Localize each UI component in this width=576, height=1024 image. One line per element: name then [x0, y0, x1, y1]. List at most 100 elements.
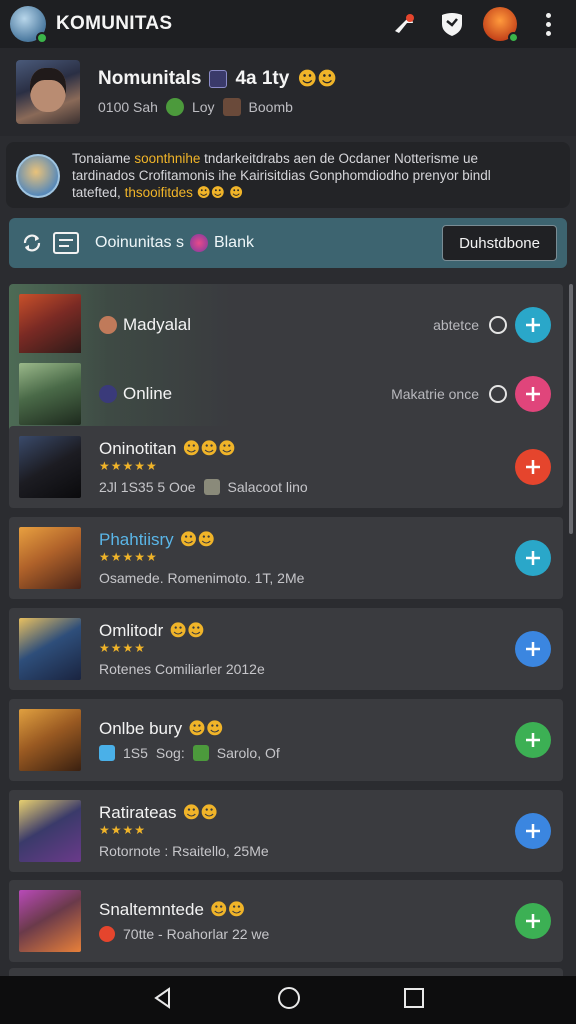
community-list: Madyalal abtetce Online Makatrie once On… [0, 280, 576, 976]
filter-label-text: Ooinunitas s [95, 234, 184, 251]
add-button[interactable] [515, 903, 551, 939]
notice-line1-b: tndarkeitdrabs aen de Ocdaner Notterisme… [204, 151, 479, 166]
community-thumbnail [19, 890, 81, 952]
add-button[interactable] [515, 307, 551, 343]
row-meta: Rotornote : Rsaitello, 25Me [99, 843, 269, 859]
rating-stars: ★★★★ [99, 823, 147, 837]
notice-text: Tonaiame soonthnihe tndarkeitdrabs aen d… [72, 150, 491, 202]
user-avatar [483, 7, 519, 43]
row-title: Onlbe bury [99, 719, 183, 738]
back-icon[interactable] [151, 986, 175, 1015]
community-thumbnail [19, 618, 81, 680]
notice-line3-a: tatefted, [72, 185, 121, 200]
rating-stars: ★★★★★ [99, 459, 158, 473]
list-icon[interactable] [53, 230, 79, 256]
row-status: Makatrie once [391, 386, 479, 402]
status-ring-icon [489, 316, 507, 334]
list-item[interactable]: Oninotitan ☻☻☻ ★★★★★ 2Jl 1S35 5 Ooe Salaco… [9, 426, 563, 508]
smile-emoji-icon: ☻☻ ☻ [196, 185, 244, 201]
notice-line1-highlight[interactable]: soonthnihe [134, 151, 200, 166]
profile-meta-left: 0100 Sah [98, 99, 158, 115]
list-item[interactable] [9, 968, 563, 976]
notice-line1-a: Tonaiame [72, 151, 131, 166]
status-ring-icon [489, 385, 507, 403]
recents-icon[interactable] [403, 987, 425, 1014]
leaf-icon [192, 745, 209, 761]
community-thumbnail [19, 527, 81, 589]
list-item[interactable]: Phahtiisry ☻☻ ★★★★★ Osamede. Romenimoto. … [9, 517, 563, 599]
row-meta-secondary: Salacoot lino [227, 479, 308, 495]
refresh-icon[interactable] [19, 230, 45, 256]
row-title: Ratirateas [99, 803, 177, 822]
profile-name: Nomunitals [98, 68, 202, 89]
list-item[interactable]: Online Makatrie once [9, 353, 563, 435]
row-meta-secondary: Sog: [155, 745, 185, 761]
row-meta-tertiary: Sarolo, Of [216, 745, 280, 761]
notice-card: Tonaiame soonthnihe tndarkeitdrabs aen d… [6, 142, 570, 208]
filter-bar: Ooinunitas s Blank Duhstdbone [9, 218, 567, 268]
add-button[interactable] [515, 631, 551, 667]
user-avatar-button[interactable] [482, 6, 519, 43]
rating-stars: ★★★★ [99, 641, 147, 655]
rating-stars: ★★★★★ [99, 550, 158, 564]
notice-line3-highlight[interactable]: thsooifitdes [125, 185, 193, 200]
badge-icon [99, 745, 115, 761]
gem-icon [99, 926, 115, 942]
status-dot-icon [99, 385, 117, 403]
notice-line2: tardinados Crofitamonis ihe Kairisitdias… [72, 168, 491, 183]
row-meta: 1S5 [123, 745, 148, 761]
person-icon [222, 98, 241, 116]
profile-name-line: Nomunitals 4a 1ty ☻☻ [98, 68, 337, 90]
smile-emoji-icon: ☻☻ [188, 719, 224, 739]
row-title: Snaltemntede [99, 900, 204, 919]
app-bar: KOMUNITAS [0, 0, 576, 48]
list-item[interactable]: Ratirateas ☻☻ ★★★★ Rotornote : Rsaitello,… [9, 790, 563, 872]
community-thumbnail [19, 709, 81, 771]
profile-badge-icon [209, 70, 228, 88]
home-icon[interactable] [276, 985, 302, 1016]
row-meta: 70tte - Roahorlar 22 we [123, 926, 270, 942]
filter-label: Ooinunitas s Blank [95, 234, 254, 252]
filter-action-button[interactable]: Duhstdbone [442, 225, 557, 261]
scrollbar[interactable] [569, 284, 573, 534]
row-meta: Rotenes Comiliarler 2012e [99, 661, 265, 677]
profile-meta: 0100 Sah Loy Boomb [98, 98, 337, 116]
more-vertical-icon[interactable] [530, 6, 566, 42]
smile-emoji-icon: ☻☻ [182, 803, 218, 823]
app-logo[interactable] [10, 6, 48, 44]
add-button[interactable] [515, 449, 551, 485]
add-button[interactable] [515, 540, 551, 576]
profile-meta-right: Boomb [248, 99, 293, 115]
smile-emoji-icon: ☻☻ [169, 621, 205, 641]
person-icon [203, 479, 220, 495]
filter-label-suffix: Blank [213, 234, 254, 251]
add-button[interactable] [515, 376, 551, 412]
list-item[interactable]: Omlitodr ☻☻ ★★★★ Rotenes Comiliarler 2012… [9, 608, 563, 690]
row-title: Phahtiisry [99, 530, 174, 549]
online-dot [36, 32, 48, 44]
community-thumbnail [19, 363, 81, 425]
system-nav-bar [0, 976, 576, 1024]
smile-emoji-icon: ☻☻ [209, 900, 246, 920]
flower-icon [189, 234, 208, 252]
list-item[interactable]: Onlbe bury ☻☻ 1S5 Sog: Sarolo, Of [9, 699, 563, 781]
smile-emoji-icon: ☻☻☻ [182, 439, 236, 459]
profile-meta-mid: Loy [191, 99, 215, 115]
profile-header: Nomunitals 4a 1ty ☻☻ 0100 Sah Loy Boomb [0, 48, 576, 136]
smile-emoji-icon: ☻☻ [297, 68, 337, 90]
row-title: Oninotitan [99, 439, 177, 458]
shield-icon[interactable] [434, 6, 470, 42]
community-thumbnail [19, 800, 81, 862]
profile-avatar[interactable] [16, 60, 80, 124]
notice-logo-icon [16, 154, 60, 198]
row-title: Madyalal [123, 315, 192, 334]
add-button[interactable] [515, 813, 551, 849]
community-thumbnail [19, 294, 81, 356]
share-icon[interactable] [386, 6, 422, 42]
list-item[interactable]: Snaltemntede ☻☻ 70tte - Roahorlar 22 we [9, 880, 563, 962]
row-title: Omlitodr [99, 621, 164, 640]
status-dot [508, 32, 519, 43]
row-status: abtetce [433, 317, 479, 333]
add-button[interactable] [515, 722, 551, 758]
community-thumbnail [19, 436, 81, 498]
